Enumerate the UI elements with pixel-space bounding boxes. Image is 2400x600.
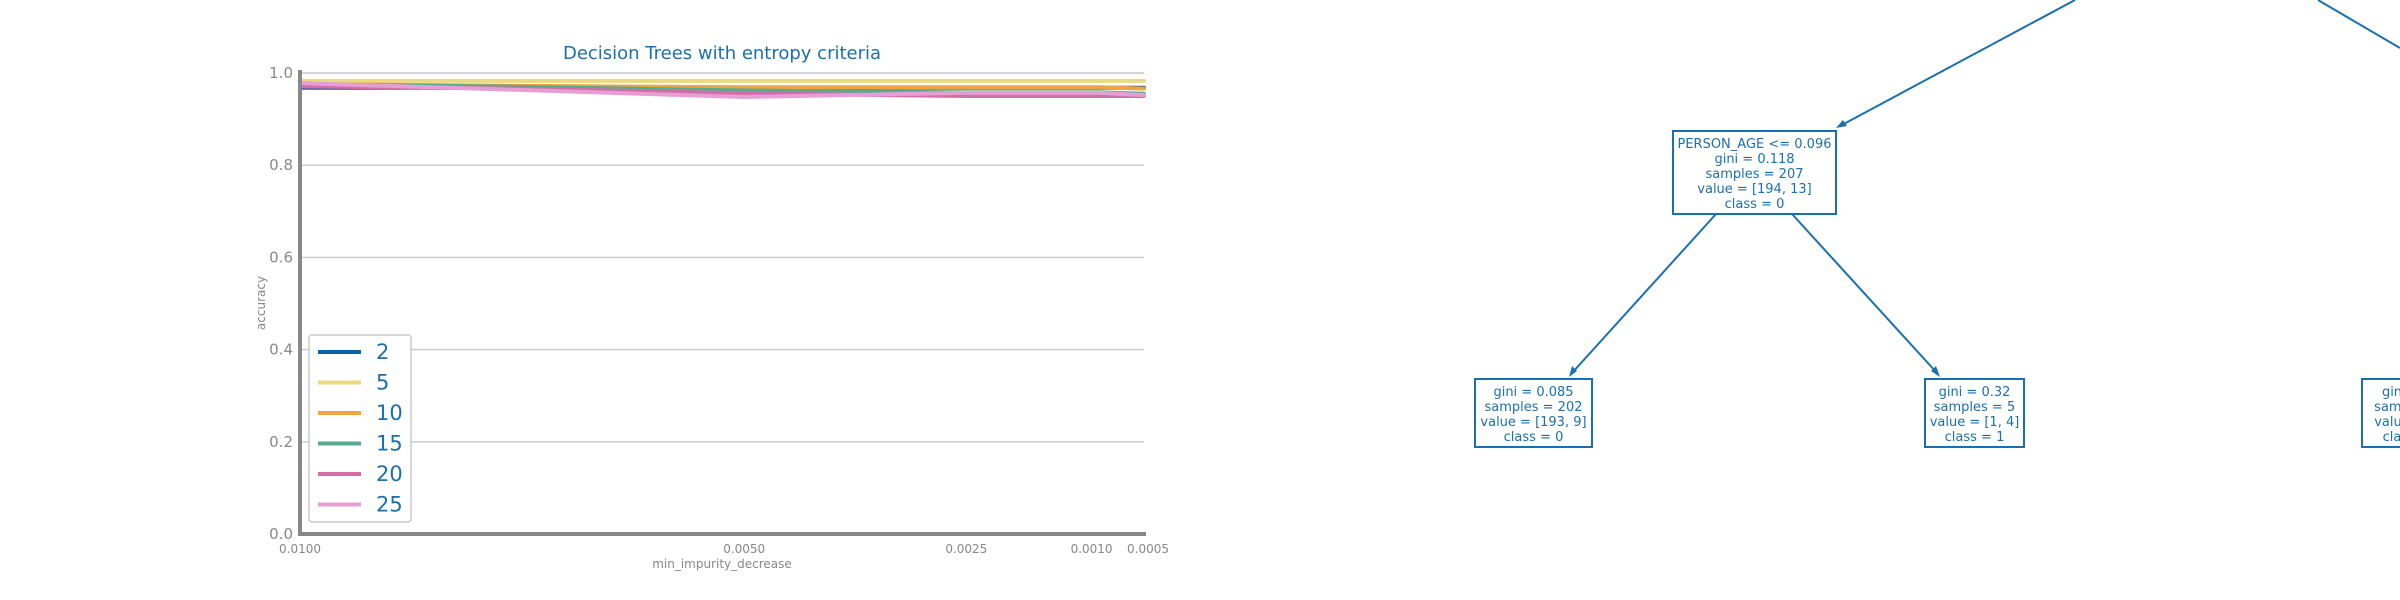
tree-edge — [1791, 213, 1938, 374]
tree-node-line: class = 0 — [1725, 197, 1785, 212]
y-tick-labels: 0.0 0.2 0.4 0.6 0.8 1.0 — [269, 64, 293, 543]
legend-label: 5 — [376, 371, 389, 395]
x-axis-label: min_impurity_decrease — [652, 557, 792, 571]
tree-node-line: cla — [2383, 430, 2400, 445]
arrowhead-icon — [1836, 120, 1847, 128]
chart-title: Decision Trees with entropy criteria — [563, 43, 881, 64]
tree-node-line: value — [2374, 415, 2400, 430]
tree-node-line: samples = 5 — [1934, 400, 2015, 415]
tree-node-line: gini = 0.118 — [1714, 152, 1794, 167]
x-tick-label: 0.0025 — [945, 542, 987, 556]
legend-label: 2 — [376, 340, 389, 364]
tree-node: PERSON_AGE <= 0.096gini = 0.118samples =… — [1672, 130, 1837, 215]
legend-label: 15 — [376, 432, 403, 456]
y-tick-label: 1.0 — [269, 64, 293, 82]
y-tick-label: 0.0 — [269, 525, 293, 543]
tree-node-line: samp — [2374, 400, 2400, 415]
tree-node-line: value = [194, 13] — [1697, 182, 1811, 197]
legend-label: 25 — [376, 493, 403, 517]
tree-edge-root-left — [1839, 0, 2076, 127]
tree-node-line: gini = 0.085 — [1493, 385, 1573, 400]
y-axis-label: accuracy — [254, 276, 268, 330]
tree-edge — [1571, 213, 1717, 374]
decision-tree: PERSON_AGE <= 0.096gini = 0.118samples =… — [1474, 0, 2400, 448]
series-lines — [298, 78, 1146, 99]
x-tick-labels: 0.0100 0.0050 0.0025 0.0010 0.0005 — [279, 542, 1169, 556]
x-tick-label: 0.0010 — [1071, 542, 1113, 556]
tree-node: gini = 0.32samples = 5value = [1, 4]clas… — [1924, 378, 2025, 448]
y-tick-label: 0.6 — [269, 248, 293, 266]
tree-node-line: value = [193, 9] — [1480, 415, 1586, 430]
tree-node-line: samples = 207 — [1705, 167, 1803, 182]
line-chart: Decision Trees with entropy criteria 0.0… — [254, 43, 1169, 571]
tree-node-line: gini = 0.32 — [1939, 385, 2011, 400]
tree-node-line: PERSON_AGE <= 0.096 — [1677, 137, 1831, 152]
legend-label: 10 — [376, 401, 403, 425]
tree-node-line: class = 1 — [1945, 430, 2005, 445]
x-tick-label: 0.0050 — [723, 542, 765, 556]
grid-lines — [300, 72, 1144, 443]
y-tick-label: 0.2 — [269, 433, 293, 451]
tree-node-line: samples = 202 — [1484, 400, 1582, 415]
tree-node-line: value = [1, 4] — [1930, 415, 2020, 430]
legend: 2510152025 — [308, 334, 412, 523]
y-tick-label: 0.8 — [269, 156, 293, 174]
x-tick-label: 0.0100 — [279, 542, 321, 556]
figure: Decision Trees with entropy criteria 0.0… — [254, 0, 2400, 571]
legend-label: 20 — [376, 462, 403, 486]
tree-node-line: class = 0 — [1504, 430, 1564, 445]
tree-node: gini = 0.085samples = 202value = [193, 9… — [1474, 378, 1593, 448]
y-tick-label: 0.4 — [269, 341, 293, 359]
tree-node: ginsampvaluecla — [2361, 378, 2400, 448]
tree-edge-root-right — [2317, 0, 2400, 49]
x-tick-label: 0.0005 — [1127, 542, 1169, 556]
tree-node-line: gin — [2382, 385, 2400, 400]
